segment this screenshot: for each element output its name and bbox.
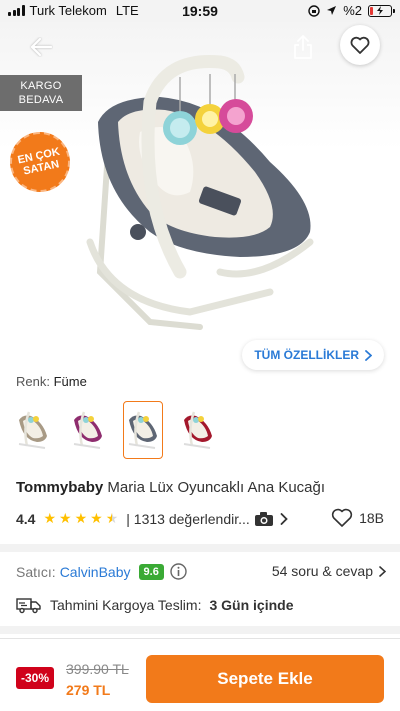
all-features-button[interactable]: TÜM ÖZELLİKLER	[242, 340, 384, 370]
variant-purple[interactable]	[69, 402, 107, 458]
color-variants	[14, 401, 217, 459]
heart-icon	[350, 36, 370, 54]
battery-icon	[368, 4, 395, 17]
star-icon: ★	[43, 510, 57, 526]
product-name: Maria Lüx Oyuncaklı Ana Kucağı	[107, 479, 326, 496]
product-title: Tommybaby Maria Lüx Oyuncaklı Ana Kucağı	[16, 479, 325, 496]
variant-grey[interactable]	[123, 401, 163, 459]
favorite-button[interactable]	[340, 25, 380, 65]
variant-red[interactable]	[179, 402, 217, 458]
camera-icon	[254, 511, 274, 527]
delivery-value: 3 Gün içinde	[209, 597, 294, 613]
seller-row: Satıcı: CalvinBaby 9.6 54 soru & cevap	[16, 563, 386, 580]
like-button[interactable]: 18B	[331, 508, 384, 527]
selected-color: Füme	[53, 374, 87, 389]
variant-beige[interactable]	[14, 402, 52, 458]
best-seller-badge: EN ÇOK SATAN	[4, 126, 76, 198]
chevron-right-icon	[379, 565, 386, 577]
seller-name-link[interactable]: CalvinBaby	[60, 564, 131, 580]
all-features-label: TÜM ÖZELLİKLER	[254, 348, 359, 362]
variant-thumbnail	[73, 411, 102, 449]
review-count[interactable]: | 1313 değerlendir...	[126, 511, 250, 527]
arrow-left-icon	[30, 37, 53, 57]
half-star-icon: ★	[105, 510, 119, 526]
like-count: 18B	[359, 509, 384, 526]
current-price: 279 TL	[66, 682, 111, 698]
variant-thumbnail	[183, 411, 212, 449]
old-price: 399.90 TL	[66, 661, 129, 677]
chevron-right-icon	[365, 349, 372, 361]
rating-value: 4.4	[16, 510, 36, 527]
chevron-right-icon	[280, 512, 288, 525]
variant-thumbnail	[128, 411, 157, 449]
rating-row[interactable]: 4.4 ★ ★ ★ ★ ★ | 1313 değerlendir... 18B	[16, 508, 386, 527]
back-button[interactable]	[22, 28, 60, 66]
delivery-label: Tahmini Kargoya Teslim:	[50, 597, 202, 613]
variant-thumbnail	[18, 411, 47, 449]
questions-answers-link[interactable]: 54 soru & cevap	[272, 563, 386, 579]
info-icon[interactable]	[170, 563, 187, 580]
location-icon	[327, 6, 337, 15]
seller-score-badge: 9.6	[138, 563, 164, 580]
color-label-text: Renk:	[16, 374, 50, 389]
star-icon: ★	[59, 510, 72, 526]
star-icon: ★	[74, 510, 88, 526]
heart-icon	[331, 508, 353, 527]
battery-percent: %2	[343, 3, 362, 18]
discount-badge: -30%	[16, 667, 55, 689]
delivery-row: Tahmini Kargoya Teslim: 3 Gün içinde	[16, 596, 294, 614]
color-label: Renk: Füme	[16, 374, 87, 389]
truck-icon	[16, 598, 41, 614]
status-right: %2	[308, 3, 395, 18]
bottom-purchase-bar: -30% 399.90 TL 279 TL Sepete Ekle	[0, 638, 400, 711]
seller-label: Satıcı:	[16, 563, 56, 580]
product-image	[86, 55, 314, 330]
section-divider	[0, 544, 400, 552]
section-divider	[0, 626, 400, 634]
product-image-gallery[interactable]: KARGO BEDAVA EN ÇOK SATAN	[0, 22, 400, 340]
add-to-cart-button[interactable]: Sepete Ekle	[146, 655, 384, 703]
questions-answers-label: 54 soru & cevap	[271, 563, 373, 579]
status-bar: Turk Telekom LTE 19:59 %2	[0, 0, 400, 22]
star-icon: ★	[90, 510, 103, 526]
product-brand[interactable]: Tommybaby	[16, 479, 103, 496]
screen-lock-icon	[308, 4, 320, 17]
rating-stars: ★ ★ ★ ★ ★	[43, 510, 118, 527]
